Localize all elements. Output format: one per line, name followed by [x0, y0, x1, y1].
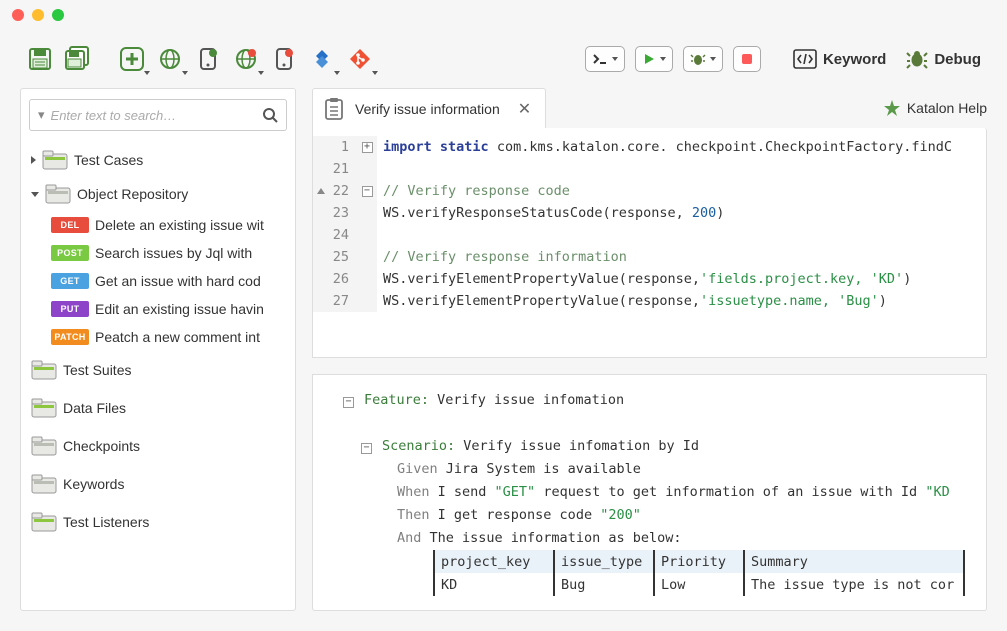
method-badge: PATCH: [51, 329, 89, 345]
tree-folder[interactable]: Checkpoints: [29, 427, 287, 465]
method-badge: POST: [51, 245, 89, 261]
bug-large-icon: [906, 49, 928, 69]
jira-button[interactable]: [308, 45, 336, 73]
repo-item[interactable]: DEL Delete an existing issue wit: [29, 211, 287, 239]
close-dot[interactable]: [12, 9, 24, 21]
code-line[interactable]: WS.verifyElementPropertyValue(response,'…: [383, 290, 986, 312]
stop-button[interactable]: [733, 46, 761, 72]
globe-record-icon: [234, 47, 258, 71]
repo-item[interactable]: GET Get an issue with hard cod: [29, 267, 287, 295]
code-line[interactable]: // Verify response information: [383, 246, 986, 268]
jira-icon: [310, 47, 334, 71]
method-badge: GET: [51, 273, 89, 289]
code-line[interactable]: WS.verifyElementPropertyValue(response,'…: [383, 268, 986, 290]
help-label: Katalon Help: [907, 100, 987, 116]
code-line[interactable]: WS.verifyResponseStatusCode(response, 20…: [383, 202, 986, 224]
window-titlebar: [0, 0, 1007, 30]
terminal-icon: [592, 52, 608, 66]
tree-folder[interactable]: Test Listeners: [29, 503, 287, 541]
expand-caret-icon[interactable]: [31, 192, 39, 197]
repo-item[interactable]: PUT Edit an existing issue havin: [29, 295, 287, 323]
tree-folder[interactable]: Keywords: [29, 465, 287, 503]
save-all-button[interactable]: [64, 45, 92, 73]
checklist-icon: [323, 97, 345, 121]
help-link[interactable]: Katalon Help: [883, 99, 987, 117]
code-line[interactable]: [383, 158, 986, 180]
play-icon: [642, 52, 656, 66]
folder-label: Data Files: [63, 400, 126, 416]
keyword-view-button[interactable]: Keyword: [793, 49, 886, 69]
bdd-table: project_keyissue_typePrioritySummaryKDBu…: [433, 550, 965, 596]
editor-area: Verify issue information ✕ Katalon Help …: [312, 88, 987, 611]
repo-item-label: Delete an existing issue wit: [95, 217, 264, 233]
debug-run-button[interactable]: [683, 46, 723, 72]
main-toolbar: Keyword Debug: [0, 30, 1007, 88]
debug-label: Debug: [934, 51, 981, 68]
debug-view-button[interactable]: Debug: [906, 49, 981, 69]
star-icon: [883, 99, 901, 117]
mobile-record-button[interactable]: [270, 45, 298, 73]
search-icon: [262, 107, 278, 123]
mobile-record-icon: [273, 47, 295, 71]
search-box[interactable]: ▾: [29, 99, 287, 131]
code-brackets-icon: [793, 49, 817, 69]
bdd-editor[interactable]: −Feature: Verify issue infomation−Scenar…: [312, 374, 987, 611]
bug-icon: [690, 51, 706, 67]
web-spy-button[interactable]: [156, 45, 184, 73]
mobile-spy-button[interactable]: [194, 45, 222, 73]
floppy-icon: [28, 47, 52, 71]
tree-folder[interactable]: Data Files: [29, 389, 287, 427]
code-line[interactable]: [383, 224, 986, 246]
project-explorer: ▾ Test Cases Object Repository DEL Delete …: [20, 88, 296, 611]
method-badge: DEL: [51, 217, 89, 233]
expand-caret-icon[interactable]: [31, 156, 36, 164]
plus-box-icon: [119, 46, 145, 72]
tree-folder[interactable]: Test Suites: [29, 351, 287, 389]
repo-item-label: Edit an existing issue havin: [95, 301, 264, 317]
method-badge: PUT: [51, 301, 89, 317]
git-icon: [348, 47, 372, 71]
code-editor[interactable]: 121222324252627 +− import static com.kms…: [313, 128, 986, 320]
git-button[interactable]: [346, 45, 374, 73]
zoom-dot[interactable]: [52, 9, 64, 21]
new-item-button[interactable]: [118, 45, 146, 73]
folder-label: Test Listeners: [63, 514, 149, 530]
folder-label: Test Suites: [63, 362, 131, 378]
repo-item-label: Get an issue with hard cod: [95, 273, 261, 289]
minimize-dot[interactable]: [32, 9, 44, 21]
tab-title: Verify issue information: [355, 101, 500, 117]
search-input[interactable]: [51, 108, 256, 123]
close-tab-icon[interactable]: ✕: [518, 99, 531, 119]
folder-label: Test Cases: [74, 152, 143, 168]
folder-label: Object Repository: [77, 186, 188, 202]
globe-icon: [158, 47, 182, 71]
repo-item-label: Search issues by Jql with: [95, 245, 252, 261]
repo-item[interactable]: PATCH Peatch a new comment int: [29, 323, 287, 351]
keyword-label: Keyword: [823, 51, 886, 68]
tree-folder[interactable]: Object Repository: [29, 177, 287, 211]
code-line[interactable]: import static com.kms.katalon.core. chec…: [383, 136, 986, 158]
repo-item-label: Peatch a new comment int: [95, 329, 260, 345]
terminal-button[interactable]: [585, 46, 625, 72]
editor-tab[interactable]: Verify issue information ✕: [312, 88, 546, 128]
stop-icon: [740, 52, 754, 66]
save-button[interactable]: [26, 45, 54, 73]
run-button[interactable]: [635, 46, 673, 72]
folder-label: Keywords: [63, 476, 124, 492]
code-line[interactable]: // Verify response code: [383, 180, 986, 202]
repo-item[interactable]: POST Search issues by Jql with: [29, 239, 287, 267]
floppy-stack-icon: [65, 46, 91, 72]
tree-folder[interactable]: Test Cases: [29, 143, 287, 177]
web-record-button[interactable]: [232, 45, 260, 73]
folder-label: Checkpoints: [63, 438, 140, 454]
mobile-icon: [197, 47, 219, 71]
